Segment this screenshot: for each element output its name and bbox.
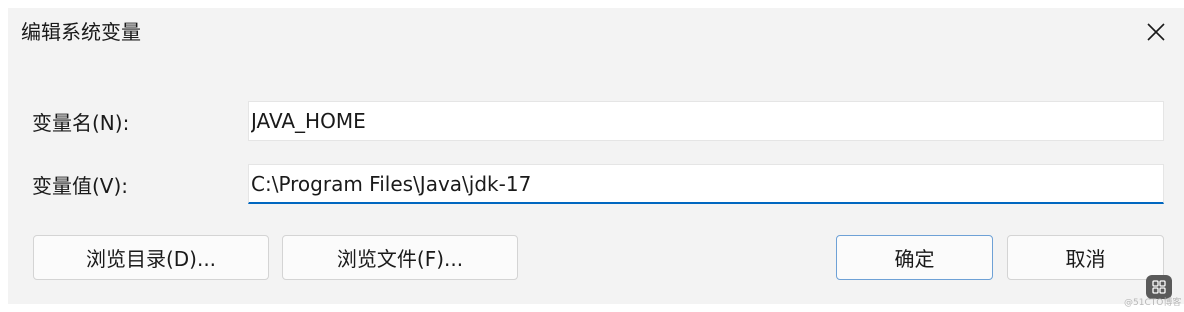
watermark: @51CTO博客 [1124, 298, 1182, 308]
edit-system-variable-dialog: 编辑系统变量 变量名(N): 变量值(V): 浏览目录(D)... 浏览文件(F… [8, 8, 1184, 304]
cancel-button[interactable]: 取消 [1007, 235, 1164, 280]
ok-button[interactable]: 确定 [836, 235, 993, 280]
close-icon [1147, 23, 1165, 41]
variable-name-label: 变量名(N): [32, 111, 130, 135]
close-button[interactable] [1128, 8, 1184, 56]
variable-name-input[interactable] [248, 101, 1164, 141]
browse-file-button[interactable]: 浏览文件(F)... [282, 235, 518, 280]
title-bar: 编辑系统变量 [8, 8, 1184, 58]
variable-value-label: 变量值(V): [32, 174, 129, 198]
dialog-title: 编辑系统变量 [21, 20, 141, 44]
browse-directory-button[interactable]: 浏览目录(D)... [33, 235, 269, 280]
variable-value-input[interactable] [248, 164, 1164, 204]
